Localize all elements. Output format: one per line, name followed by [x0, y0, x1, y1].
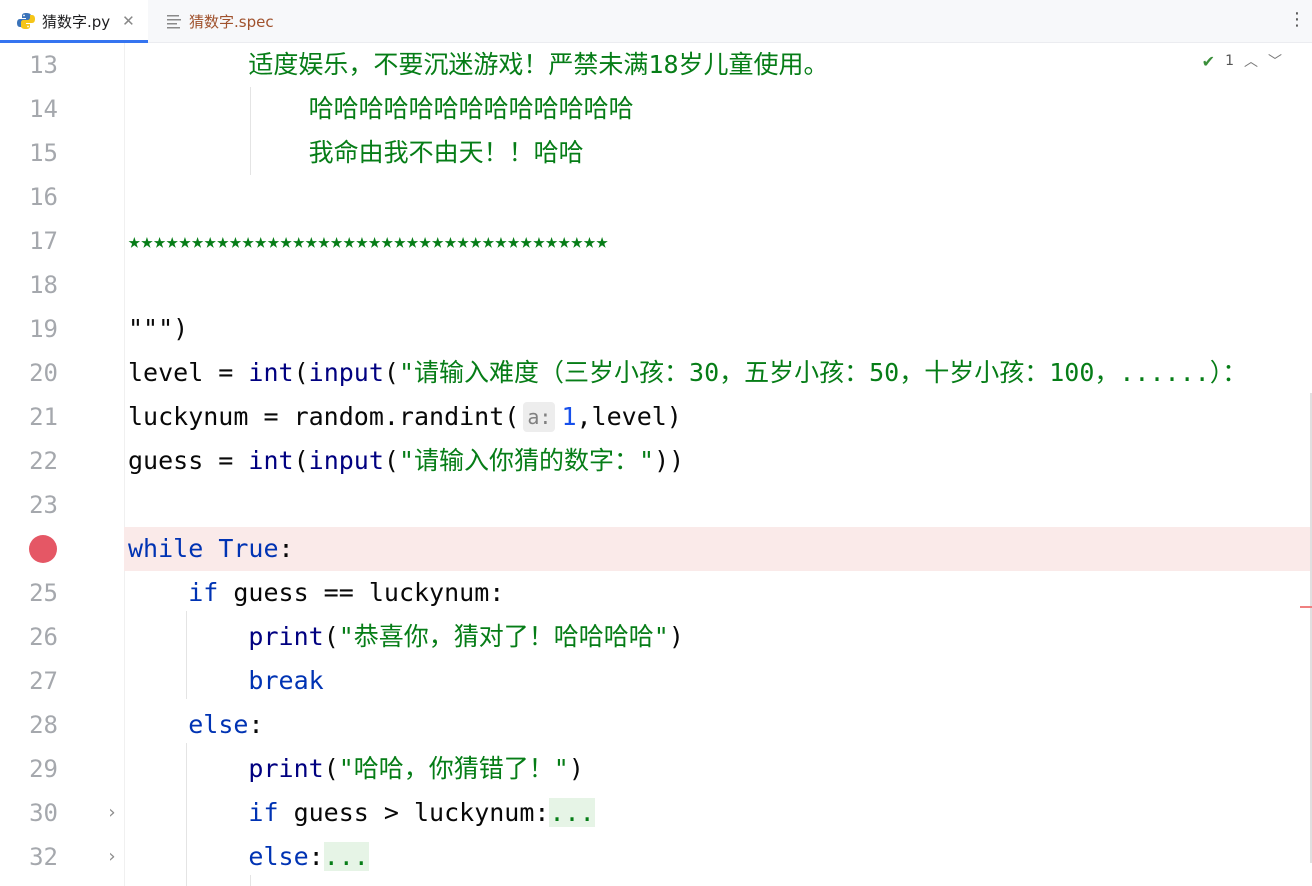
line-number: 27: [29, 667, 58, 695]
code-text: level = int(input("请输入难度（三岁小孩：30，五岁小孩：50…: [128, 358, 1248, 387]
line-number: 26: [29, 623, 58, 651]
code-line[interactable]: 14 哈哈哈哈哈哈哈哈哈哈哈哈哈: [0, 87, 1312, 131]
code-line[interactable]: 32 › else:...: [0, 835, 1312, 879]
line-number: 22: [29, 447, 58, 475]
line-number: 30: [29, 799, 58, 827]
code-text: 哈哈哈哈哈哈哈哈哈哈哈哈哈: [128, 94, 634, 123]
tab-guess-number-py[interactable]: 猜数字.py ✕: [0, 0, 148, 43]
code-line[interactable]: 15 我命由我不由天！！哈哈: [0, 131, 1312, 175]
code-line[interactable]: 13 适度娱乐，不要沉迷游戏！严禁未满18岁儿童使用。: [0, 43, 1312, 87]
code-text: else:...: [248, 842, 369, 871]
code-text: print("哈哈，你猜错了！"): [248, 754, 584, 783]
code-line[interactable]: 28 else:: [0, 703, 1312, 747]
code-line[interactable]: 18: [0, 263, 1312, 307]
code-text: """): [128, 314, 189, 343]
code-line[interactable]: 19 """): [0, 307, 1312, 351]
chevron-right-icon[interactable]: ›: [104, 835, 120, 879]
code-line[interactable]: 29 print("哈哈，你猜错了！"): [0, 747, 1312, 791]
code-line[interactable]: 22 guess = int(input("请输入你猜的数字：")): [0, 439, 1312, 483]
tab-guess-number-spec[interactable]: 猜数字.spec: [165, 0, 315, 42]
line-number: 16: [29, 183, 58, 211]
parameter-hint: a:: [523, 402, 556, 432]
text-file-icon: [167, 15, 181, 29]
line-number: 23: [29, 491, 58, 519]
tab-label: 猜数字.py: [42, 12, 111, 31]
code-text: else:: [188, 710, 264, 739]
line-number: 32: [29, 843, 58, 871]
breakpoint-icon[interactable]: [29, 535, 57, 563]
folded-code-placeholder[interactable]: ...: [323, 842, 369, 871]
folded-code-placeholder[interactable]: ...: [549, 798, 595, 827]
code-text: if guess == luckynum:: [188, 578, 505, 607]
code-text: if guess > luckynum:...: [248, 798, 595, 827]
code-line[interactable]: 26 print("恭喜你，猜对了！哈哈哈哈"): [0, 615, 1312, 659]
code-line[interactable]: 16: [0, 175, 1312, 219]
error-stripe-marker[interactable]: [1300, 606, 1312, 608]
code-editor[interactable]: ✔ 1 ︿ ﹀ 13 适度娱乐，不要沉迷游戏！严禁未满18岁儿童使用。 14 哈…: [0, 43, 1312, 886]
editor-tab-bar: 猜数字.py ✕ 猜数字.spec ⋮: [0, 0, 1312, 43]
python-file-icon: [17, 13, 35, 29]
code-line[interactable]: while True:: [0, 527, 1312, 571]
line-number: 17: [29, 227, 58, 255]
line-number: 29: [29, 755, 58, 783]
code-line[interactable]: 25 if guess == luckynum:: [0, 571, 1312, 615]
code-text: break: [248, 666, 324, 695]
code-text: 我命由我不由天！！哈哈: [128, 138, 584, 167]
more-options-icon[interactable]: ⋮: [1288, 9, 1306, 31]
line-number: 20: [29, 359, 58, 387]
code-text: luckynum = random.randint(a: 1,level): [128, 402, 682, 432]
line-number: 18: [29, 271, 58, 299]
line-number: 25: [29, 579, 58, 607]
code-line[interactable]: 21 luckynum = random.randint(a: 1,level): [0, 395, 1312, 439]
code-text: 适度娱乐，不要沉迷游戏！严禁未满18岁儿童使用。: [128, 50, 829, 79]
line-number: 19: [29, 315, 58, 343]
code-line[interactable]: 30 › if guess > luckynum:...: [0, 791, 1312, 835]
code-text: guess = int(input("请输入你猜的数字：")): [128, 446, 685, 475]
line-number: 13: [29, 51, 58, 79]
code-text: while True:: [128, 534, 294, 563]
line-number: 21: [29, 403, 58, 431]
close-icon[interactable]: ✕: [122, 12, 135, 30]
code-line[interactable]: 17 ★★★★★★★★★★★★★★★★★★★★★★★★★★★★★★★★★★★★★…: [0, 219, 1312, 263]
tab-label: 猜数字.spec: [189, 12, 274, 31]
chevron-right-icon[interactable]: ›: [104, 791, 120, 835]
line-number: 15: [29, 139, 58, 167]
line-number: 28: [29, 711, 58, 739]
code-line[interactable]: 23: [0, 483, 1312, 527]
code-line[interactable]: 27 break: [0, 659, 1312, 703]
code-text: print("恭喜你，猜对了！哈哈哈哈"): [248, 622, 684, 651]
code-text: ★★★★★★★★★★★★★★★★★★★★★★★★★★★★★★★★★★★★★★: [128, 229, 609, 253]
line-number: 14: [29, 95, 58, 123]
code-line[interactable]: 20 level = int(input("请输入难度（三岁小孩：30，五岁小孩…: [0, 351, 1312, 395]
